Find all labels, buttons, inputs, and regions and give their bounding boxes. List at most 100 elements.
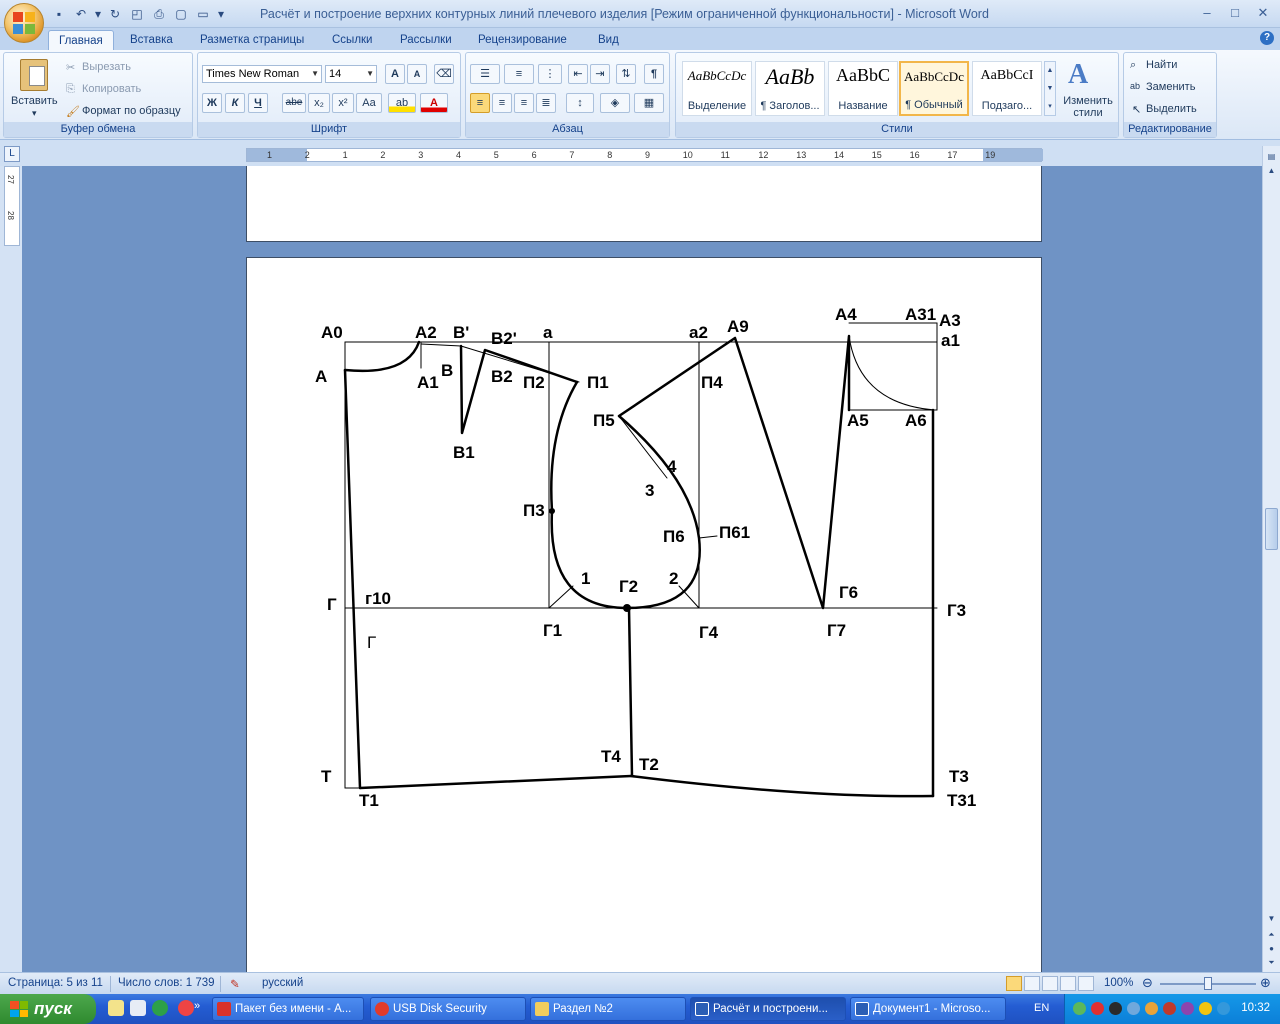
tab-home[interactable]: Главная <box>48 30 114 50</box>
shrink-font-button[interactable]: A <box>407 64 427 84</box>
scroll-up-icon[interactable]: ▲ <box>1265 164 1278 177</box>
clear-format-icon[interactable]: ⌫ <box>434 64 454 84</box>
zoom-level[interactable]: 100% <box>1104 977 1133 989</box>
document-page[interactable]: А0 А2 В' В2' а а2 А9 А4 А31 А3 а1 А В А1… <box>246 257 1042 972</box>
subscript-button[interactable]: x₂ <box>308 93 330 113</box>
decrease-indent-icon[interactable]: ⇤ <box>568 64 588 84</box>
quicklaunch-desktop-icon[interactable] <box>108 1000 124 1016</box>
align-left-icon[interactable]: ≡ <box>470 93 490 113</box>
horizontal-ruler[interactable]: 1 2 1 2 3 4 5 6 7 8 9 10 11 12 13 14 15 16 17 19 <box>246 148 1043 162</box>
tray-network-icon[interactable] <box>1073 1002 1086 1015</box>
bold-button[interactable]: Ж <box>202 93 222 113</box>
select-browse-object-icon[interactable]: ● <box>1265 942 1278 955</box>
tab-selector-icon[interactable]: L <box>4 146 20 162</box>
language-status[interactable]: русский <box>262 977 303 989</box>
new-document-icon[interactable]: ▢ <box>172 5 190 23</box>
zoom-slider[interactable] <box>1160 977 1256 990</box>
change-case-button[interactable]: Aa <box>356 93 382 113</box>
document-workspace[interactable]: А0 А2 В' В2' а а2 А9 А4 А31 А3 а1 А В А1… <box>22 166 1262 972</box>
print-icon[interactable]: ⎙ <box>150 5 168 23</box>
style-emphasis[interactable]: AaBbCcDc Выделение <box>682 61 752 116</box>
sort-icon[interactable]: ⇅ <box>616 64 636 84</box>
tray-usb-icon[interactable] <box>1145 1002 1158 1015</box>
find-button[interactable]: Найти <box>1146 59 1177 71</box>
strikethrough-button[interactable]: abe <box>282 93 306 113</box>
vertical-scrollbar[interactable]: ▤ ▲ ▼ ⏶ ● ⏷ <box>1262 146 1280 972</box>
zoom-out-icon[interactable]: ⊖ <box>1142 975 1153 991</box>
document-page-previous[interactable] <box>246 166 1042 242</box>
paste-icon[interactable] <box>20 59 48 91</box>
task-usb-disk-security[interactable]: USB Disk Security <box>370 997 526 1021</box>
task-folder[interactable]: Раздел №2 <box>530 997 686 1021</box>
quicklaunch-notepad-icon[interactable] <box>130 1000 146 1016</box>
scroll-thumb[interactable] <box>1265 508 1278 550</box>
tray-keyboard-icon[interactable] <box>1199 1002 1212 1015</box>
spelling-check-icon[interactable]: ✎ <box>230 977 240 991</box>
tab-view[interactable]: Вид <box>588 30 629 50</box>
multilevel-list-icon[interactable]: ⋮ <box>538 64 562 84</box>
dropdown-icon[interactable]: ▾ <box>94 5 102 23</box>
tray-antivirus-icon[interactable] <box>1091 1002 1104 1015</box>
quicklaunch-more-icon[interactable]: » <box>194 1000 200 1012</box>
prev-page-icon[interactable]: ⏶ <box>1265 928 1278 941</box>
styles-scroll[interactable]: ▲ ▼ ▾ <box>1044 61 1056 116</box>
scroll-down-icon[interactable]: ▼ <box>1265 912 1278 925</box>
word-count[interactable]: Число слов: 1 739 <box>118 977 215 989</box>
style-title[interactable]: AaBbC Название <box>828 61 898 116</box>
web-layout-icon[interactable] <box>1042 976 1058 991</box>
close-button[interactable]: ✕ <box>1252 4 1274 22</box>
task-word-active[interactable]: Расчёт и построени... <box>690 997 846 1021</box>
zoom-slider-thumb[interactable] <box>1204 977 1212 990</box>
change-styles-button[interactable]: Изменить стили <box>1062 95 1114 119</box>
print-layout-icon[interactable] <box>1006 976 1022 991</box>
print-preview-icon[interactable]: ◰ <box>128 5 146 23</box>
numbering-icon[interactable]: ≡ <box>504 64 534 84</box>
select-button[interactable]: Выделить <box>1146 103 1197 115</box>
quicklaunch-opera-icon[interactable] <box>178 1000 194 1016</box>
font-color-icon[interactable]: A <box>420 93 448 113</box>
office-button[interactable] <box>4 3 44 43</box>
font-size-combo[interactable]: 14 ▼ <box>325 65 377 83</box>
customize-qat-icon[interactable]: ▾ <box>216 5 226 23</box>
style-subtitle[interactable]: AaBbCcI Подзаго... <box>972 61 1042 116</box>
tab-references[interactable]: Ссылки <box>322 30 383 50</box>
increase-indent-icon[interactable]: ⇥ <box>590 64 610 84</box>
replace-button[interactable]: Заменить <box>1146 81 1195 93</box>
tab-review[interactable]: Рецензирование <box>468 30 577 50</box>
style-normal[interactable]: AaBbCcDc ¶ Обычный <box>899 61 969 116</box>
next-page-icon[interactable]: ⏷ <box>1265 956 1278 969</box>
open-icon[interactable]: ▭ <box>194 5 212 23</box>
tray-sound-icon[interactable] <box>1109 1002 1122 1015</box>
task-word-document1[interactable]: Документ1 - Microso... <box>850 997 1006 1021</box>
copy-button[interactable]: Копировать <box>82 83 141 95</box>
ruler-toggle-icon[interactable]: ▤ <box>1265 150 1278 163</box>
zoom-in-icon[interactable]: ⊕ <box>1260 975 1271 991</box>
paste-dropdown-icon[interactable]: ▾ <box>32 108 37 119</box>
tab-page-layout[interactable]: Разметка страницы <box>190 30 314 50</box>
paste-button[interactable]: Вставить <box>11 95 58 107</box>
grow-font-button[interactable]: A <box>385 64 405 84</box>
tray-update-icon[interactable] <box>1217 1002 1230 1015</box>
maximize-button[interactable]: □ <box>1224 4 1246 22</box>
align-right-icon[interactable]: ≡ <box>514 93 534 113</box>
highlight-icon[interactable]: ab <box>388 93 416 113</box>
tray-shield-icon[interactable] <box>1163 1002 1176 1015</box>
superscript-button[interactable]: x² <box>332 93 354 113</box>
borders-icon[interactable]: ▦ <box>634 93 664 113</box>
help-icon[interactable]: ? <box>1260 31 1274 45</box>
draft-icon[interactable] <box>1078 976 1094 991</box>
tab-mailings[interactable]: Рассылки <box>390 30 462 50</box>
quicklaunch-browser-icon[interactable] <box>152 1000 168 1016</box>
font-name-combo[interactable]: Times New Roman ▼ <box>202 65 322 83</box>
page-count[interactable]: Страница: 5 из 11 <box>8 977 103 989</box>
vertical-ruler[interactable]: 27 28 <box>4 166 20 246</box>
align-center-icon[interactable]: ≡ <box>492 93 512 113</box>
input-language[interactable]: EN <box>1034 1002 1049 1014</box>
italic-button[interactable]: К <box>225 93 245 113</box>
line-spacing-icon[interactable]: ↕ <box>566 93 594 113</box>
start-button[interactable]: пуск <box>0 994 96 1024</box>
tab-insert[interactable]: Вставка <box>120 30 183 50</box>
style-heading[interactable]: AaBb ¶ Заголов... <box>755 61 825 116</box>
shading-icon[interactable]: ◈ <box>600 93 630 113</box>
underline-button[interactable]: Ч <box>248 93 268 113</box>
